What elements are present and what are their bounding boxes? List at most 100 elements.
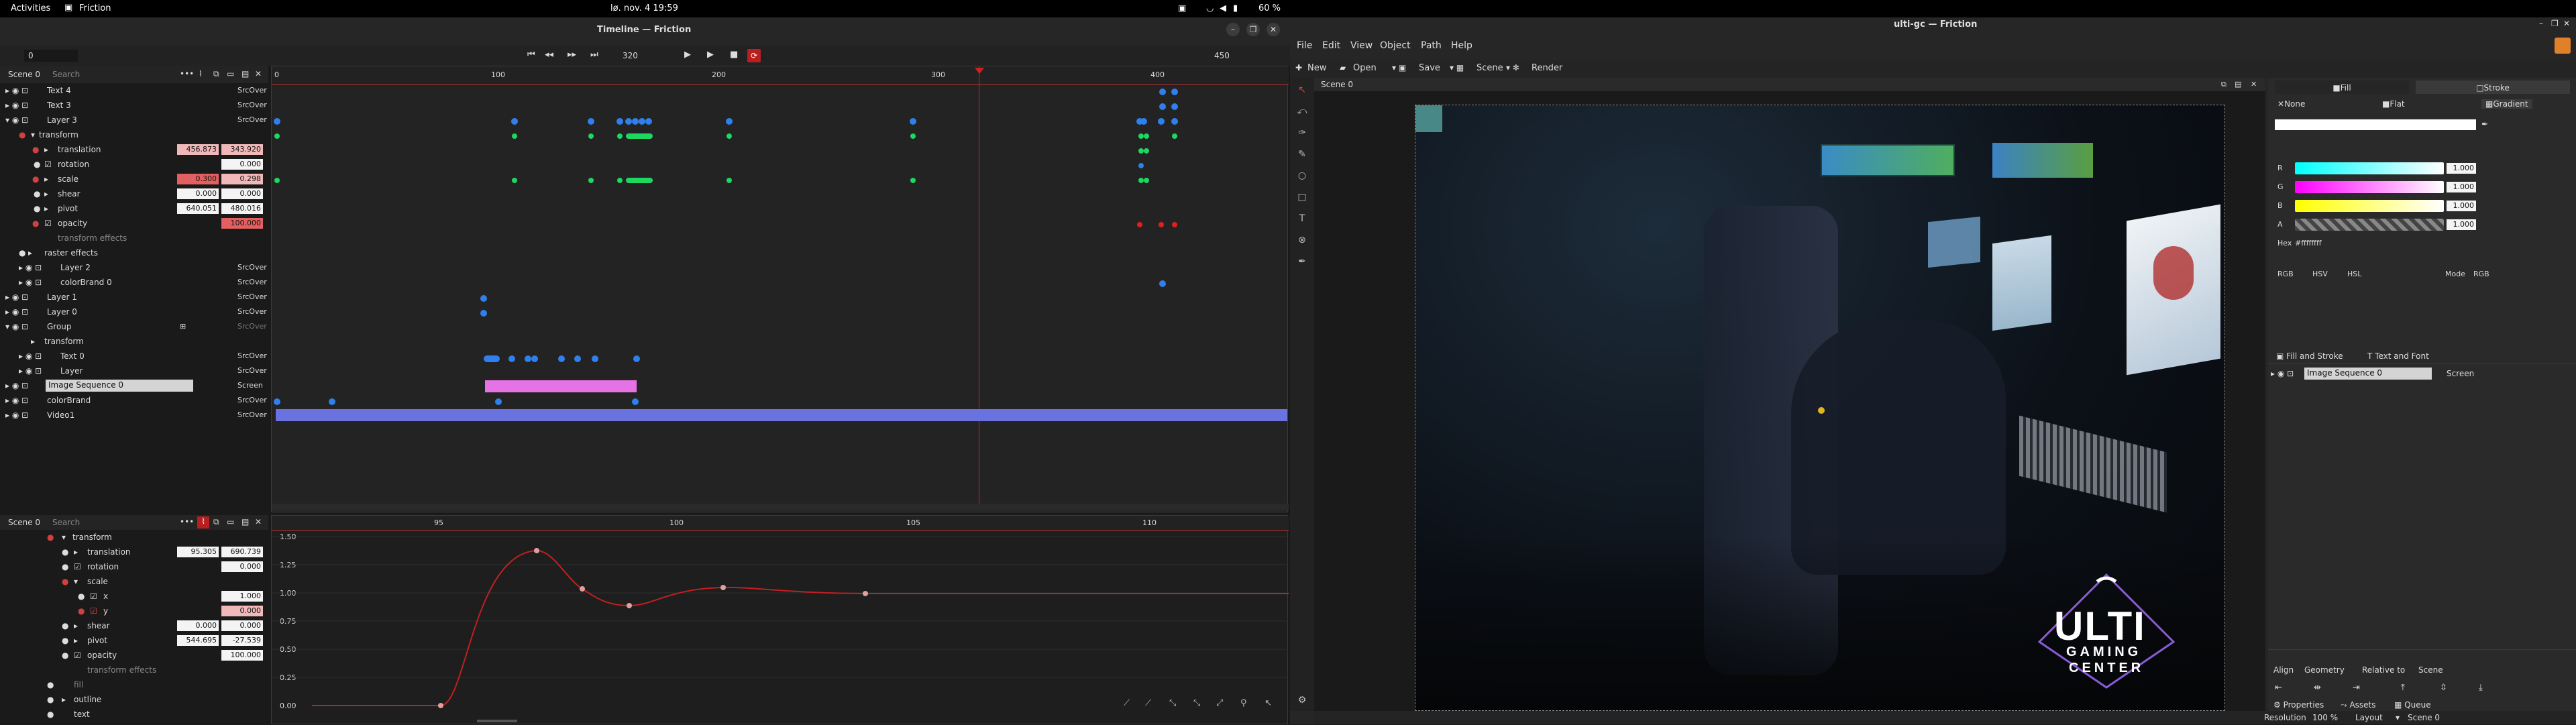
keyframe[interactable] bbox=[480, 310, 487, 317]
checkbox-icon[interactable]: ☑ bbox=[44, 219, 52, 228]
layer-row[interactable]: ▸ ◉ ⊡ colorBrand 0 SrcOver bbox=[0, 275, 268, 290]
rectangle-icon[interactable]: □ bbox=[1295, 192, 1309, 205]
keyframe[interactable] bbox=[512, 178, 517, 183]
record-icon[interactable]: ● bbox=[34, 189, 40, 199]
more-icon[interactable]: ••• bbox=[180, 517, 194, 526]
assets-tab[interactable]: ⤳ Assets bbox=[2341, 700, 2376, 710]
menu-edit[interactable]: Edit bbox=[1322, 40, 1340, 51]
activities-button[interactable]: Activities bbox=[11, 3, 50, 13]
dock-icon[interactable]: ⧉ bbox=[213, 69, 219, 79]
scene-tab[interactable]: Scene 0 bbox=[1321, 80, 1353, 89]
graph-icon[interactable]: ⌇ bbox=[199, 69, 203, 78]
property-row[interactable]: ● text bbox=[0, 707, 268, 722]
animation-curve[interactable] bbox=[272, 516, 1289, 725]
expand-icon[interactable]: ▸ bbox=[74, 636, 78, 645]
expand-icon[interactable]: ▾ bbox=[74, 577, 78, 586]
group-icon[interactable]: ⊞ bbox=[180, 322, 186, 331]
make-segment-curve-icon[interactable]: ⤢ bbox=[1216, 698, 1223, 708]
property-row[interactable]: ● ☑ rotation 0.000 bbox=[0, 157, 268, 172]
keyframe[interactable] bbox=[616, 118, 623, 125]
select-point-icon[interactable]: ⤺ bbox=[1295, 106, 1309, 119]
blend-mode[interactable]: SrcOver bbox=[237, 86, 267, 95]
visibility-icon[interactable]: ▸ ◉ ⊡ bbox=[5, 86, 28, 95]
image-sequence-segment[interactable] bbox=[485, 380, 637, 392]
keyframe[interactable] bbox=[558, 355, 565, 362]
keyframe[interactable] bbox=[617, 133, 623, 139]
layer-row[interactable]: ▸ ◉ ⊡ Layer SrcOver bbox=[0, 364, 268, 378]
record-icon[interactable]: ● bbox=[62, 636, 68, 645]
visibility-icon[interactable]: ▾ ◉ ⊡ bbox=[5, 322, 28, 331]
keyframe-cluster[interactable] bbox=[626, 133, 653, 139]
hsl-mode-button[interactable]: HSL bbox=[2347, 270, 2361, 278]
scene-canvas[interactable]: ULTI GAMING CENTER bbox=[1415, 105, 2225, 711]
property-row[interactable]: ● ▸ raster effects bbox=[0, 245, 268, 260]
paint-icon[interactable]: ⊗ bbox=[1295, 235, 1309, 248]
rgb-mode-button[interactable]: RGB bbox=[2277, 270, 2294, 278]
curve-smooth-icon[interactable]: ⟋ bbox=[1124, 698, 1130, 708]
value-field[interactable]: 456.873 bbox=[177, 144, 219, 155]
keyframe[interactable] bbox=[1158, 118, 1165, 125]
keyframe[interactable] bbox=[531, 355, 538, 362]
property-row[interactable]: ● ▾ scale bbox=[0, 574, 268, 589]
stroke-tab[interactable]: □Stroke bbox=[2416, 80, 2570, 94]
selected-layer-name[interactable]: Image Sequence 0 bbox=[2304, 368, 2432, 380]
frame-end-field[interactable]: 450 bbox=[1214, 51, 1230, 60]
layer-row[interactable]: ▾ ◉ ⊡ Layer 3 SrcOver bbox=[0, 113, 268, 127]
volume-icon[interactable]: ◀ bbox=[1220, 3, 1226, 13]
keyframe[interactable] bbox=[1144, 133, 1149, 139]
keyframe[interactable] bbox=[274, 178, 280, 183]
gradient-button[interactable]: ▦Gradient bbox=[2481, 99, 2532, 109]
keyframe[interactable] bbox=[632, 398, 639, 405]
visibility-icon[interactable]: ▸ ◉ ⊡ bbox=[5, 396, 28, 405]
curve-corner-icon[interactable]: ⤡ bbox=[1169, 698, 1176, 708]
keyframe[interactable] bbox=[480, 295, 487, 302]
open-icon[interactable]: ▰ bbox=[1340, 63, 1346, 72]
green-value[interactable]: 1.000 bbox=[2447, 182, 2476, 192]
blue-value[interactable]: 1.000 bbox=[2447, 201, 2476, 211]
color-picker-icon[interactable]: ✒ bbox=[1295, 256, 1309, 270]
record-icon[interactable]: ● bbox=[47, 695, 54, 704]
last-frame-button[interactable]: ⏭ bbox=[590, 50, 598, 60]
text-and-font-tab[interactable]: T Text and Font bbox=[2367, 351, 2429, 361]
keyframe[interactable] bbox=[910, 133, 916, 139]
keyframe[interactable] bbox=[625, 118, 632, 125]
queue-tab[interactable]: ▦ Queue bbox=[2394, 700, 2431, 710]
flat-button[interactable]: ■Flat bbox=[2382, 99, 2405, 109]
circle-icon[interactable]: ○ bbox=[1295, 170, 1309, 184]
keyframe[interactable] bbox=[1144, 178, 1149, 183]
record-icon[interactable]: ● bbox=[32, 174, 39, 184]
align-top-icon[interactable]: ⤒ bbox=[2401, 683, 2405, 693]
record-icon[interactable]: ● bbox=[47, 533, 54, 542]
record-icon[interactable]: ● bbox=[62, 621, 68, 630]
keyframe[interactable] bbox=[1137, 222, 1142, 227]
layer-row[interactable]: ▸ ◉ ⊡ Text 4 SrcOver bbox=[0, 83, 268, 98]
property-row[interactable]: transform effects bbox=[0, 231, 268, 245]
value-field[interactable]: 0.000 bbox=[177, 188, 219, 199]
draw-icon[interactable]: ✎ bbox=[1295, 149, 1309, 162]
record-icon[interactable]: ● bbox=[34, 204, 40, 213]
keyframe[interactable] bbox=[1138, 148, 1144, 154]
layout-select[interactable]: Scene 0 bbox=[2408, 713, 2440, 722]
zoom-icon[interactable]: ⚲ bbox=[1240, 698, 1247, 708]
visibility-icon[interactable]: ▸ ◉ ⊡ bbox=[5, 307, 28, 317]
expand-icon[interactable]: ▸ bbox=[44, 189, 48, 199]
keyframe[interactable] bbox=[1172, 133, 1177, 139]
property-row[interactable]: ▸ transform bbox=[0, 334, 268, 349]
mode-select[interactable]: RGB bbox=[2473, 270, 2489, 278]
layer-row[interactable]: ▸ ◉ ⊡ Text 0 SrcOver bbox=[0, 349, 268, 364]
visibility-icon[interactable]: ▸ ◉ ⊡ bbox=[19, 278, 42, 287]
record-icon[interactable]: ● bbox=[62, 577, 68, 586]
align-hcenter-icon[interactable]: ⇹ bbox=[2314, 683, 2321, 693]
horizontal-scrollbar[interactable] bbox=[477, 720, 517, 722]
expand-icon[interactable]: ▸ bbox=[28, 248, 32, 258]
keyframe[interactable] bbox=[495, 398, 502, 405]
horizontal-scrollbar[interactable] bbox=[272, 504, 1289, 510]
save-icon[interactable]: ▾ ▣ bbox=[1392, 63, 1406, 72]
visibility-icon[interactable]: ▸ ◉ ⊡ bbox=[5, 101, 28, 110]
blend-mode[interactable]: SrcOver bbox=[237, 101, 267, 109]
blend-mode[interactable]: SrcOver bbox=[237, 307, 267, 316]
keyframe[interactable] bbox=[645, 118, 652, 125]
blend-mode[interactable]: SrcOver bbox=[237, 115, 267, 124]
value-field[interactable]: 95.305 bbox=[177, 547, 219, 557]
property-row[interactable]: ● ☑ opacity 100.000 bbox=[0, 216, 268, 231]
